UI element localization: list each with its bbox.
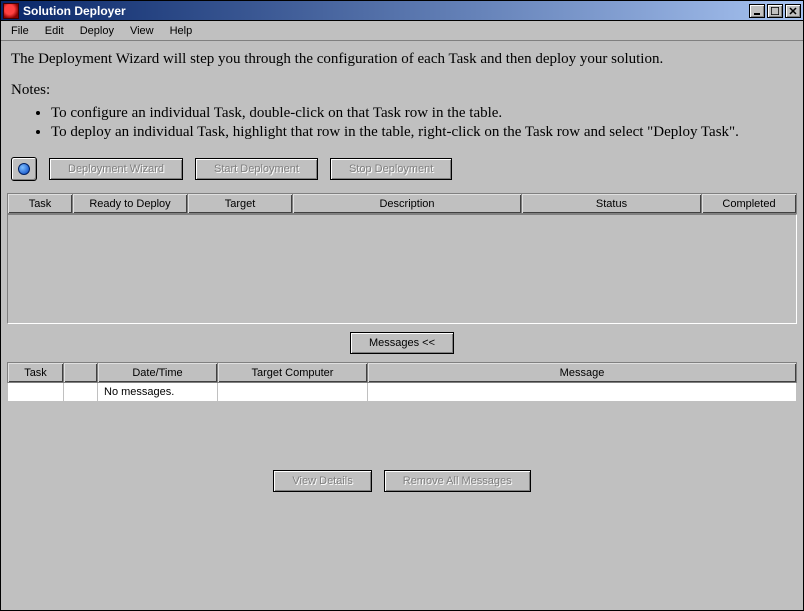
menu-view[interactable]: View xyxy=(124,23,160,39)
maximize-button[interactable] xyxy=(767,4,783,18)
task-col-task[interactable]: Task xyxy=(8,194,73,214)
minimize-icon xyxy=(753,7,761,15)
close-icon xyxy=(789,7,797,15)
menu-deploy[interactable]: Deploy xyxy=(74,23,120,39)
task-table-area: Task Ready to Deploy Target Description … xyxy=(1,193,803,324)
messages-table[interactable]: Task Date/Time Target Computer Message N… xyxy=(7,362,797,402)
msgs-cell-task xyxy=(8,383,64,402)
view-details-button[interactable]: View Details xyxy=(273,470,371,492)
minimize-button[interactable] xyxy=(749,4,765,18)
notes-label: Notes: xyxy=(11,82,793,99)
task-col-status[interactable]: Status xyxy=(522,194,702,214)
menu-file[interactable]: File xyxy=(5,23,35,39)
close-button[interactable] xyxy=(785,4,801,18)
msgs-cell-icon xyxy=(64,383,98,402)
task-col-ready[interactable]: Ready to Deploy xyxy=(73,194,188,214)
task-col-description[interactable]: Description xyxy=(293,194,522,214)
menu-help[interactable]: Help xyxy=(164,23,199,39)
msgs-cell-target xyxy=(218,383,368,402)
window-controls xyxy=(749,4,801,18)
task-col-target[interactable]: Target xyxy=(188,194,293,214)
menu-edit[interactable]: Edit xyxy=(39,23,70,39)
messages-table-body-filler xyxy=(7,402,797,462)
intro-text: The Deployment Wizard will step you thro… xyxy=(11,51,793,68)
task-col-completed[interactable]: Completed xyxy=(702,194,797,214)
msgs-col-datetime[interactable]: Date/Time xyxy=(98,363,218,383)
titlebar: Solution Deployer xyxy=(1,1,803,21)
deployment-wizard-button[interactable]: Deployment Wizard xyxy=(49,158,183,180)
messages-toggle-bar: Messages << xyxy=(1,324,803,362)
bottom-bar: View Details Remove All Messages xyxy=(1,462,803,502)
task-table[interactable]: Task Ready to Deploy Target Description … xyxy=(7,193,797,214)
msgs-col-task[interactable]: Task xyxy=(8,363,64,383)
notes-list: To configure an individual Task, double-… xyxy=(51,105,793,141)
msgs-cell-datetime: No messages. xyxy=(98,383,218,402)
status-indicator[interactable] xyxy=(11,157,37,181)
messages-toggle-button[interactable]: Messages << xyxy=(350,332,454,354)
app-icon xyxy=(3,3,19,19)
table-row[interactable]: No messages. xyxy=(8,383,797,402)
maximize-icon xyxy=(771,7,779,15)
note-item-1: To configure an individual Task, double-… xyxy=(51,105,793,122)
note-item-2: To deploy an individual Task, highlight … xyxy=(51,124,793,141)
toolbar: Deployment Wizard Start Deployment Stop … xyxy=(1,151,803,193)
msgs-col-message[interactable]: Message xyxy=(368,363,797,383)
start-deployment-button[interactable]: Start Deployment xyxy=(195,158,318,180)
msgs-col-icon[interactable] xyxy=(64,363,98,383)
stop-deployment-button[interactable]: Stop Deployment xyxy=(330,158,452,180)
task-table-body-empty xyxy=(7,214,797,324)
menubar: File Edit Deploy View Help xyxy=(1,21,803,41)
content-text: The Deployment Wizard will step you thro… xyxy=(1,41,803,151)
app-window: Solution Deployer File Edit Deploy View … xyxy=(0,0,804,611)
msgs-col-target[interactable]: Target Computer xyxy=(218,363,368,383)
window-title: Solution Deployer xyxy=(23,4,749,18)
remove-all-messages-button[interactable]: Remove All Messages xyxy=(384,470,531,492)
status-led-icon xyxy=(18,163,30,175)
messages-table-area: Task Date/Time Target Computer Message N… xyxy=(1,362,803,462)
msgs-cell-message xyxy=(368,383,797,402)
